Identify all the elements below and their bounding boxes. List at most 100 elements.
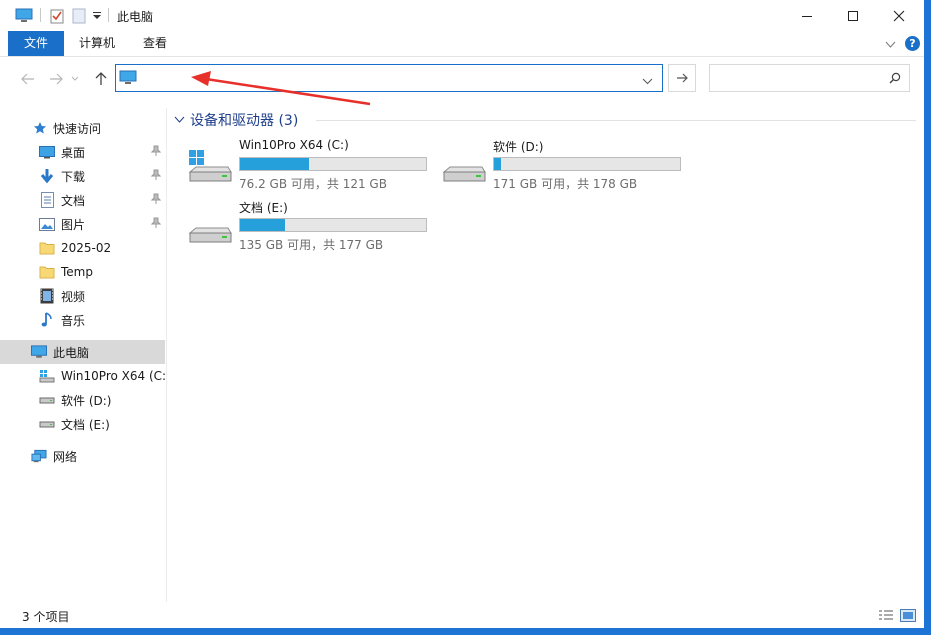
sidebar-item-downloads[interactable]: 下载	[0, 164, 165, 188]
back-arrow-icon	[21, 73, 34, 85]
close-button[interactable]	[876, 0, 922, 31]
sidebar-item-label: 文档 (E:)	[61, 417, 110, 432]
pin-icon[interactable]	[150, 145, 162, 160]
network-icon	[31, 448, 47, 464]
drive-name: 文档 (E:)	[239, 201, 288, 215]
sidebar-item-documents[interactable]: 文档	[0, 188, 165, 212]
folder-icon	[39, 264, 55, 280]
sidebar-item-drive-e[interactable]: 文档 (E:)	[0, 412, 165, 436]
drive-free-space: 171 GB 可用，共 178 GB	[493, 177, 638, 191]
title-bar: 此电脑	[0, 0, 924, 31]
sidebar-item-label: 快速访问	[53, 121, 102, 136]
sidebar-item-quick-access[interactable]: 快速访问	[0, 116, 165, 140]
drive-name: 软件 (D:)	[493, 140, 544, 154]
properties-icon[interactable]	[48, 7, 66, 24]
sidebar-item-label: 文档	[61, 193, 86, 208]
sidebar-item-pictures[interactable]: 图片	[0, 212, 165, 236]
back-button[interactable]	[17, 68, 39, 90]
desktop-icon	[39, 144, 55, 160]
tab-file[interactable]: 文件	[8, 31, 64, 56]
sidebar-item-label: 软件 (D:)	[61, 393, 112, 408]
sidebar-item-network[interactable]: 网络	[0, 444, 165, 468]
sidebar-item-drive-c[interactable]: Win10Pro X64 (C:)	[0, 364, 165, 388]
sidebar-item-label: 桌面	[61, 145, 86, 160]
drive-icon	[442, 146, 486, 189]
sidebar-item-videos[interactable]: 视频	[0, 284, 165, 308]
address-dropdown-icon[interactable]	[642, 74, 653, 88]
usage-fill	[240, 219, 285, 231]
group-title: 设备和驱动器 (3)	[190, 113, 299, 129]
maximize-icon	[848, 10, 858, 21]
tab-computer[interactable]: 计算机	[70, 31, 124, 56]
this-pc-icon[interactable]	[14, 7, 34, 24]
search-input[interactable]	[716, 71, 880, 87]
sidebar-item-label: 下载	[61, 169, 86, 184]
sidebar-item-music[interactable]: 音乐	[0, 308, 165, 332]
pictures-icon	[39, 216, 55, 232]
usage-bar	[239, 218, 427, 232]
search-box[interactable]	[709, 64, 910, 92]
pin-icon[interactable]	[150, 217, 162, 232]
maximize-button[interactable]	[830, 0, 876, 31]
sidebar-item-label: 图片	[61, 217, 86, 232]
pin-icon[interactable]	[150, 193, 162, 208]
go-arrow-icon	[677, 73, 688, 83]
address-input[interactable]	[142, 71, 626, 87]
drive-item-d[interactable]: 软件 (D:) 171 GB 可用，共 178 GB	[442, 138, 692, 194]
group-divider	[316, 120, 916, 121]
close-icon	[893, 10, 905, 21]
videos-icon	[39, 288, 55, 304]
group-header-devices[interactable]: 设备和驱动器 (3)	[174, 110, 298, 130]
drive-name: Win10Pro X64 (C:)	[239, 138, 349, 152]
address-bar[interactable]	[115, 64, 663, 92]
help-icon[interactable]: ?	[905, 36, 920, 51]
new-folder-icon[interactable]	[70, 7, 88, 24]
customize-toolbar-icon[interactable]	[90, 7, 104, 24]
ribbon-expand-icon[interactable]	[885, 38, 896, 52]
sidebar-item-label: Temp	[61, 265, 93, 279]
minimize-button[interactable]	[784, 0, 830, 31]
music-icon	[39, 312, 55, 328]
windows-drive-icon	[39, 368, 55, 384]
sidebar-item-desktop[interactable]: 桌面	[0, 140, 165, 164]
sidebar-item-2025-02[interactable]: 2025-02	[0, 236, 165, 260]
sidebar-item-label: 2025-02	[61, 241, 112, 255]
window-title: 此电脑	[117, 10, 154, 24]
sidebar-item-temp[interactable]: Temp	[0, 260, 165, 284]
sidebar-item-label: 网络	[53, 449, 78, 464]
status-bar: 3 个项目	[0, 602, 924, 628]
download-icon	[39, 168, 55, 184]
sidebar-item-drive-d[interactable]: 软件 (D:)	[0, 388, 165, 412]
forward-arrow-icon	[50, 73, 63, 85]
drive-icon	[188, 207, 232, 250]
sidebar-item-label: 此电脑	[53, 345, 90, 360]
usage-bar	[239, 157, 427, 171]
pin-icon[interactable]	[150, 169, 162, 184]
usage-fill	[240, 158, 309, 170]
up-arrow-icon	[95, 72, 107, 85]
drive-icon	[39, 416, 55, 432]
details-view-icon[interactable]	[878, 609, 894, 622]
up-button[interactable]	[90, 68, 112, 90]
recent-locations-button[interactable]	[68, 68, 82, 90]
star-icon	[32, 120, 48, 136]
title-separator	[108, 8, 109, 22]
drive-item-e[interactable]: 文档 (E:) 135 GB 可用，共 177 GB	[188, 199, 438, 255]
large-icons-view-icon[interactable]	[900, 609, 916, 622]
usage-bar	[493, 157, 681, 171]
tab-view[interactable]: 查看	[132, 31, 178, 56]
title-separator	[40, 8, 41, 22]
drive-item-c[interactable]: Win10Pro X64 (C:) 76.2 GB 可用，共 121 GB	[188, 138, 438, 194]
forward-button[interactable]	[45, 68, 67, 90]
usage-fill	[494, 158, 502, 170]
sidebar-item-label: 音乐	[61, 313, 86, 328]
go-button[interactable]	[668, 64, 696, 92]
sidebar-item-label: 视频	[61, 289, 86, 304]
pane-divider[interactable]	[166, 108, 167, 602]
item-count: 3 个项目	[22, 610, 70, 624]
search-icon[interactable]	[889, 72, 901, 87]
drive-free-space: 76.2 GB 可用，共 121 GB	[239, 177, 387, 191]
sidebar-item-this-pc[interactable]: 此电脑	[0, 340, 165, 364]
navigation-pane: 快速访问 桌面 下载 文档 图片 2025-02 Temp 视频 音乐 此电脑 …	[0, 112, 165, 602]
windows-drive-icon	[188, 146, 232, 189]
